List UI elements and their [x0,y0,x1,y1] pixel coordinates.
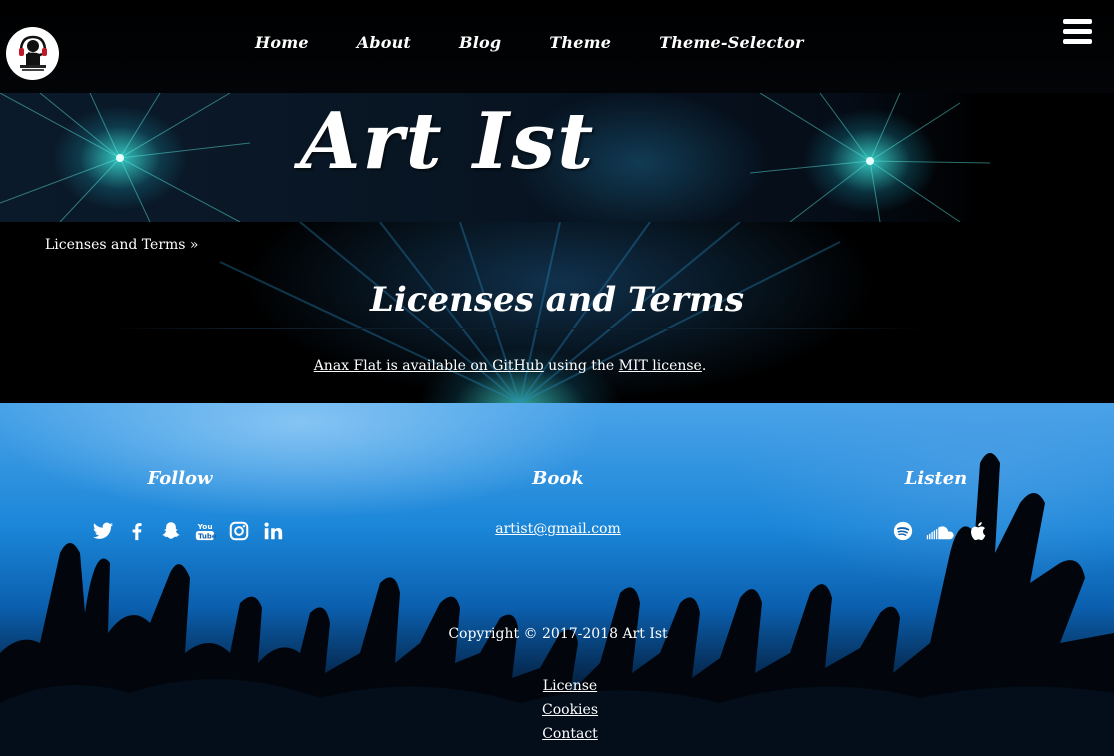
facebook-icon[interactable] [126,520,148,542]
svg-text:Tube: Tube [198,532,216,540]
linkedin-icon[interactable] [262,520,284,542]
hamburger-bar [1063,39,1092,44]
main-content: Licenses and Terms » Licenses and Terms … [0,222,1114,403]
snapchat-icon[interactable] [160,520,182,542]
footer-link-license[interactable]: License [0,674,1114,698]
nav-item-theme-selector[interactable]: Theme-Selector [659,33,804,52]
svg-text:You: You [197,522,213,531]
footer-link-cookies[interactable]: Cookies [0,698,1114,722]
main-nav: Home About Blog Theme Theme-Selector [255,33,852,52]
footer: Follow Book Listen You Tube artist@gmail.… [0,403,1114,756]
nav-item-home[interactable]: Home [255,33,309,52]
hamburger-bar [1063,29,1092,34]
book-heading: Book [532,468,584,489]
page-title: Licenses and Terms [369,280,745,320]
nav-item-about[interactable]: About [357,33,411,52]
site-logo[interactable] [6,27,59,80]
listen-icons [892,520,1002,542]
hamburger-bar [1063,19,1092,24]
breadcrumb[interactable]: Licenses and Terms » [45,237,199,253]
copyright-text: Copyright © 2017-2018 Art Ist [448,626,668,642]
title-divider [113,328,925,329]
booking-email: artist@gmail.com [458,521,658,537]
youtube-icon[interactable]: You Tube [194,520,216,542]
instagram-icon[interactable] [228,520,250,542]
follow-icons: You Tube [92,520,296,542]
listen-heading: Listen [904,468,968,489]
license-text-end: . [701,358,707,374]
footer-links: License Cookies Contact [0,674,1114,746]
header-banner: Art Ist [0,93,1114,222]
nav-item-blog[interactable]: Blog [459,33,501,52]
footer-link-contact[interactable]: Contact [0,722,1114,746]
spotify-icon[interactable] [892,520,914,542]
email-link[interactable]: artist@gmail.com [495,521,621,537]
site-title[interactable]: Art Ist [300,103,595,181]
license-text-middle: using the [543,358,619,374]
twitter-icon[interactable] [92,520,114,542]
dj-logo-icon [6,27,59,80]
apple-icon[interactable] [968,520,990,542]
license-paragraph: Anax Flat is available on GitHub using t… [0,358,1020,374]
hamburger-menu-icon[interactable] [1063,19,1092,44]
mit-license-link[interactable]: MIT license [619,358,702,374]
follow-heading: Follow [147,468,213,489]
soundcloud-icon[interactable] [926,520,956,542]
nav-item-theme[interactable]: Theme [549,33,611,52]
top-navigation-bar: Home About Blog Theme Theme-Selector [0,0,1114,93]
github-link[interactable]: Anax Flat is available on GitHub [314,358,544,374]
